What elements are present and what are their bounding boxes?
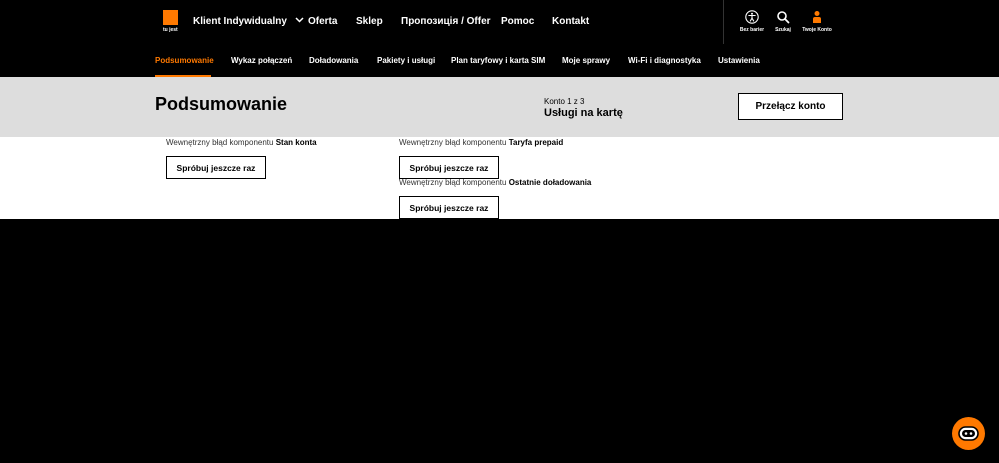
page-title: Podsumowanie [155, 94, 288, 114]
accessibility-icon [745, 10, 759, 24]
chat-assistant-button[interactable] [952, 417, 985, 450]
subnav-doladowania[interactable]: Doładowania [309, 55, 358, 67]
subnav-podsumowanie[interactable]: Podsumowanie [155, 55, 214, 67]
orange-square-icon [163, 10, 178, 25]
orange-logo[interactable]: tu jest [163, 10, 179, 34]
retry-button-account-state[interactable]: Spróbuj jeszcze raz [166, 156, 266, 179]
retry-button-recent-topups[interactable]: Spróbuj jeszcze raz [399, 196, 499, 219]
segment-dropdown[interactable]: Klient Indywidualny [193, 15, 304, 29]
subnav-wykaz-polaczen[interactable]: Wykaz połączeń [231, 55, 292, 67]
subnav-wifi[interactable]: Wi-Fi i diagnostyka [628, 55, 701, 67]
account-name: Usługi na kartę [544, 107, 623, 119]
switch-account-button[interactable]: Przełącz konto [738, 93, 843, 120]
account-counter: Konto 1 z 3 [544, 97, 585, 106]
error-message-account-state: Wewnętrzny błąd komponentu Stan konta [166, 138, 317, 148]
nav-kontakt[interactable]: Kontakt [552, 15, 589, 29]
subnav-moje-sprawy[interactable]: Moje sprawy [562, 55, 610, 67]
account-label: Twoje Konto [802, 27, 832, 33]
error-component: Stan konta [275, 138, 317, 147]
error-prefix: Wewnętrzny błąd komponentu [399, 138, 507, 147]
chatbot-icon [958, 426, 979, 441]
chevron-down-icon [295, 17, 304, 23]
subnav-ustawienia[interactable]: Ustawienia [718, 55, 760, 67]
user-icon [813, 11, 821, 23]
nav-oferta[interactable]: Oferta [308, 15, 337, 29]
error-component: Taryfa prepaid [508, 138, 564, 147]
retry-button-prepaid-tariff[interactable]: Spróbuj jeszcze raz [399, 156, 499, 179]
error-prefix: Wewnętrzny błąd komponentu [399, 178, 507, 187]
subnav-plan-taryfowy[interactable]: Plan taryfowy i karta SIM [451, 55, 545, 67]
search-icon [777, 11, 790, 24]
subnav-pakiety[interactable]: Pakiety i usługi [377, 55, 435, 67]
error-prefix: Wewnętrzny błąd komponentu [166, 138, 274, 147]
page-header [0, 77, 999, 137]
sub-nav: Podsumowanie Wykaz połączeń Doładowania … [0, 44, 999, 77]
error-message-prepaid-tariff: Wewnętrzny błąd komponentu Taryfa prepai… [399, 138, 563, 148]
nav-divider [723, 0, 724, 44]
error-message-recent-topups: Wewnętrzny błąd komponentu Ostatnie doła… [399, 178, 591, 188]
top-bar: tu jest Klient Indywidualny Oferta Sklep… [0, 0, 999, 44]
nav-pomoc[interactable]: Pomoc [501, 15, 534, 29]
nav-sklep[interactable]: Sklep [356, 15, 383, 29]
segment-label: Klient Indywidualny [193, 16, 287, 27]
logo-tagline: tu jest [163, 27, 178, 33]
nav-offer[interactable]: Пропозиція / Offer [401, 15, 491, 29]
account-button[interactable]: Twoje Konto [797, 10, 837, 33]
error-component: Ostatnie doładowania [508, 178, 592, 187]
